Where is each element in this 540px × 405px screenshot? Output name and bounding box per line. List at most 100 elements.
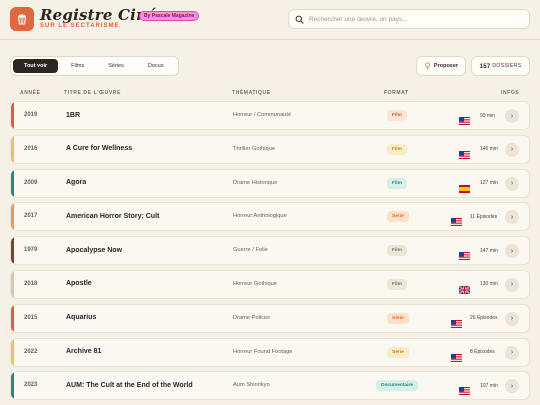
row-accent-stripe xyxy=(11,135,14,163)
row-year: 2022 xyxy=(24,348,38,355)
logo[interactable] xyxy=(10,7,34,31)
row-title[interactable]: American Horror Story: Cult xyxy=(66,213,159,220)
row-title[interactable]: Agora xyxy=(66,179,86,186)
table-row[interactable]: 2017 American Horror Story: Cult Horreur A… xyxy=(10,202,530,232)
dossier-count-label: DOSSIERS xyxy=(492,63,522,69)
flag-us-icon xyxy=(451,315,462,328)
row-theme: Drame Policier xyxy=(233,314,271,321)
format-badge: Série xyxy=(387,312,409,324)
row-accent-stripe xyxy=(11,270,14,298)
row-accent-stripe xyxy=(11,237,14,265)
row-year: 2019 xyxy=(24,112,38,118)
row-duration: 90 min xyxy=(480,112,496,119)
row-theme: Thriller Gothique xyxy=(233,145,276,152)
brand-subtitle: SUR LE SECTARISME xyxy=(40,23,120,29)
chevron-right-icon[interactable]: › xyxy=(505,142,519,157)
dossier-count: 157 DOSSIERS xyxy=(471,56,530,76)
row-title[interactable]: 1BR xyxy=(66,112,80,119)
row-title[interactable]: Apostle xyxy=(66,280,92,287)
row-duration: 147 min xyxy=(480,247,498,254)
row-theme: Horreur Gothique xyxy=(233,280,277,287)
row-accent-stripe xyxy=(11,102,14,129)
search-icon xyxy=(295,15,304,24)
flag-us-icon xyxy=(459,146,470,159)
chevron-right-icon[interactable]: › xyxy=(505,109,519,123)
brand-badge[interactable]: By Pascale Magazine xyxy=(139,11,200,21)
format-badge: Film xyxy=(387,143,407,155)
row-accent-stripe xyxy=(11,304,14,332)
search-input[interactable] xyxy=(309,15,519,23)
table-row[interactable]: 2023 AUM: The Cult at the End of the Worl… xyxy=(10,371,530,401)
tab-docus[interactable]: Docus xyxy=(137,59,175,73)
table-row[interactable]: 2009 Agora Drame Historique Film 127 min › xyxy=(10,168,530,198)
lightbulb-icon xyxy=(424,62,430,70)
row-accent-stripe xyxy=(11,169,14,197)
row-theme: Drame Historique xyxy=(233,179,278,186)
row-accent-stripe xyxy=(11,203,14,231)
tab-series[interactable]: Séries xyxy=(97,59,135,73)
flag-us-icon xyxy=(459,247,470,261)
row-accent-stripe xyxy=(11,372,14,400)
row-duration: 127 min xyxy=(480,180,498,187)
row-year: 2017 xyxy=(24,213,38,220)
row-theme: Horreur / Communauté xyxy=(233,112,292,118)
row-duration: 107 min xyxy=(480,382,498,389)
table-row[interactable]: 2016 A Cure for Wellness Thriller Gothique… xyxy=(10,134,530,164)
column-theme[interactable]: THÉMATIQUE xyxy=(232,90,271,96)
column-year[interactable]: ANNÉE xyxy=(20,90,41,96)
chevron-right-icon[interactable]: › xyxy=(505,176,519,191)
table-row[interactable]: 2015 Aquarius Drame Policier Série 26 Épisod… xyxy=(10,303,530,333)
row-title[interactable]: A Cure for Wellness xyxy=(66,145,132,152)
row-title[interactable]: Archive 81 xyxy=(66,348,101,355)
table-row[interactable]: 2022 Archive 81 Horreur Found Footage Série… xyxy=(10,337,530,367)
row-accent-stripe xyxy=(11,338,14,366)
dossier-count-value: 157 xyxy=(479,62,491,70)
row-theme: Horreur Found Footage xyxy=(233,348,293,355)
row-year: 2018 xyxy=(24,280,38,287)
chevron-right-icon[interactable]: › xyxy=(505,244,519,259)
row-year: 2009 xyxy=(24,179,38,186)
popcorn-icon xyxy=(17,14,27,25)
works-list: 2019 1BR Horreur / Communauté Film 90 min › 20… xyxy=(10,101,530,405)
column-infos: INFOS xyxy=(501,90,520,96)
chevron-right-icon[interactable]: › xyxy=(505,345,519,360)
propose-button[interactable]: Proposer xyxy=(416,56,466,76)
chevron-right-icon[interactable]: › xyxy=(505,277,519,292)
row-year: 2015 xyxy=(24,314,38,321)
chevron-right-icon[interactable]: › xyxy=(505,379,519,394)
table-row[interactable]: 2018 Apostle Horreur Gothique Film 130 min › xyxy=(10,269,530,299)
row-year: 2023 xyxy=(24,382,38,389)
column-title[interactable]: TITRE DE L'ŒUVRE xyxy=(64,90,121,96)
row-title[interactable]: Apocalypse Now xyxy=(66,247,122,254)
row-title[interactable]: AUM: The Cult at the End of the World xyxy=(66,382,193,389)
table-row[interactable]: 1979 Apocalypse Now Guerre / Folie Film 147 … xyxy=(10,236,530,266)
chevron-right-icon[interactable]: › xyxy=(505,311,519,326)
format-badge: Série xyxy=(387,346,409,358)
row-duration: 130 min xyxy=(480,281,498,288)
filter-tabs: Tout voir Films Séries Docus xyxy=(10,56,180,76)
row-duration: 8 Épisodes xyxy=(470,349,495,356)
chevron-right-icon[interactable]: › xyxy=(505,210,519,225)
format-badge: Documentaire xyxy=(376,380,418,392)
row-theme: Guerre / Folie xyxy=(233,247,268,254)
row-duration: 146 min xyxy=(480,146,498,153)
flag-us-icon xyxy=(459,112,470,125)
flag-es-icon xyxy=(459,180,470,193)
row-duration: 11 Épisodes xyxy=(470,213,498,220)
tab-films[interactable]: Films xyxy=(60,59,95,73)
format-badge: Film xyxy=(387,278,407,290)
column-format[interactable]: FORMAT xyxy=(384,90,409,96)
row-theme: Horreur Anthologique xyxy=(233,213,287,220)
search-box[interactable] xyxy=(288,9,530,29)
format-badge: Film xyxy=(387,110,407,121)
flag-us-icon xyxy=(459,382,470,396)
flag-us-icon xyxy=(451,349,462,362)
format-badge: Film xyxy=(387,245,407,257)
row-year: 1979 xyxy=(24,247,38,254)
tab-all[interactable]: Tout voir xyxy=(13,59,59,73)
row-title[interactable]: Aquarius xyxy=(66,314,96,321)
table-row[interactable]: 2019 1BR Horreur / Communauté Film 90 min › xyxy=(10,101,530,130)
flag-us-icon xyxy=(451,213,462,227)
row-duration: 26 Épisodes xyxy=(470,315,498,322)
flag-gb-icon xyxy=(458,281,471,295)
